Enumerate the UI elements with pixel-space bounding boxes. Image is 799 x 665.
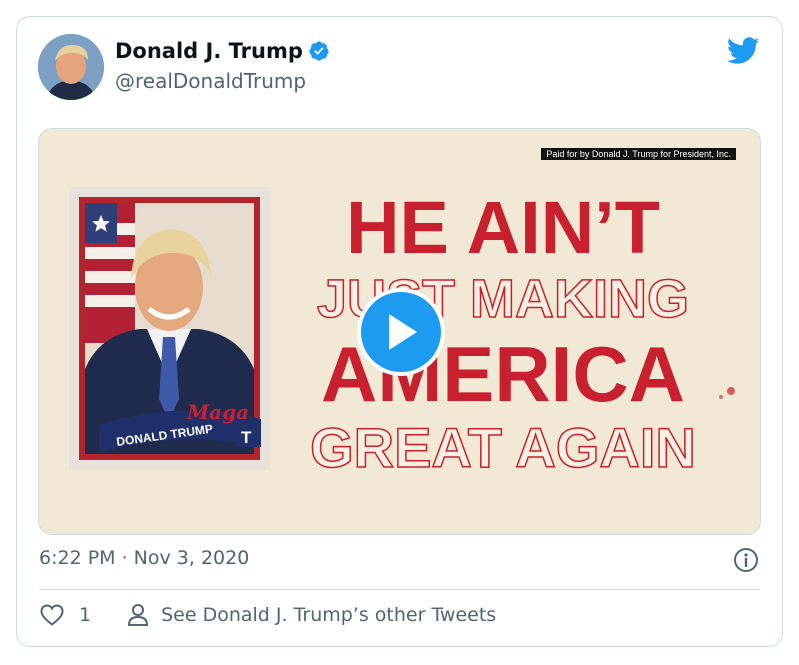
person-icon: [128, 604, 149, 626]
like-count[interactable]: 1: [79, 604, 91, 626]
user-handle[interactable]: @realDonaldTrump: [115, 69, 306, 93]
tweet-timestamp[interactable]: 6:22 PM · Nov 3, 2020: [39, 547, 249, 569]
tweet-card: Donald J. Trump @realDonaldTrump Maga DO…: [16, 16, 783, 647]
other-tweets-link[interactable]: See Donald J. Trump’s other Tweets: [161, 604, 496, 626]
verified-badge-icon: [309, 41, 329, 61]
play-button[interactable]: [357, 288, 445, 376]
card-letter: T: [241, 428, 252, 447]
info-icon[interactable]: [733, 547, 759, 573]
display-name[interactable]: Donald J. Trump: [115, 39, 303, 63]
divider: [39, 589, 760, 590]
play-icon: [389, 314, 417, 350]
video-media[interactable]: Maga DONALD TRUMP T HE AIN’T JUST MAKING…: [38, 128, 761, 535]
avatar[interactable]: [38, 34, 104, 100]
twitter-bird-icon[interactable]: [727, 37, 760, 65]
headline-line-1: HE AIN’T: [346, 186, 660, 269]
paid-for-disclaimer: Paid for by Donald J. Trump for Presiden…: [541, 148, 736, 160]
tweet-actions: 1 See Donald J. Trump’s other Tweets: [39, 603, 496, 627]
heart-icon[interactable]: [39, 603, 65, 627]
card-script: Maga: [186, 400, 249, 424]
headline-line-4: GREAT AGAIN: [310, 416, 696, 479]
